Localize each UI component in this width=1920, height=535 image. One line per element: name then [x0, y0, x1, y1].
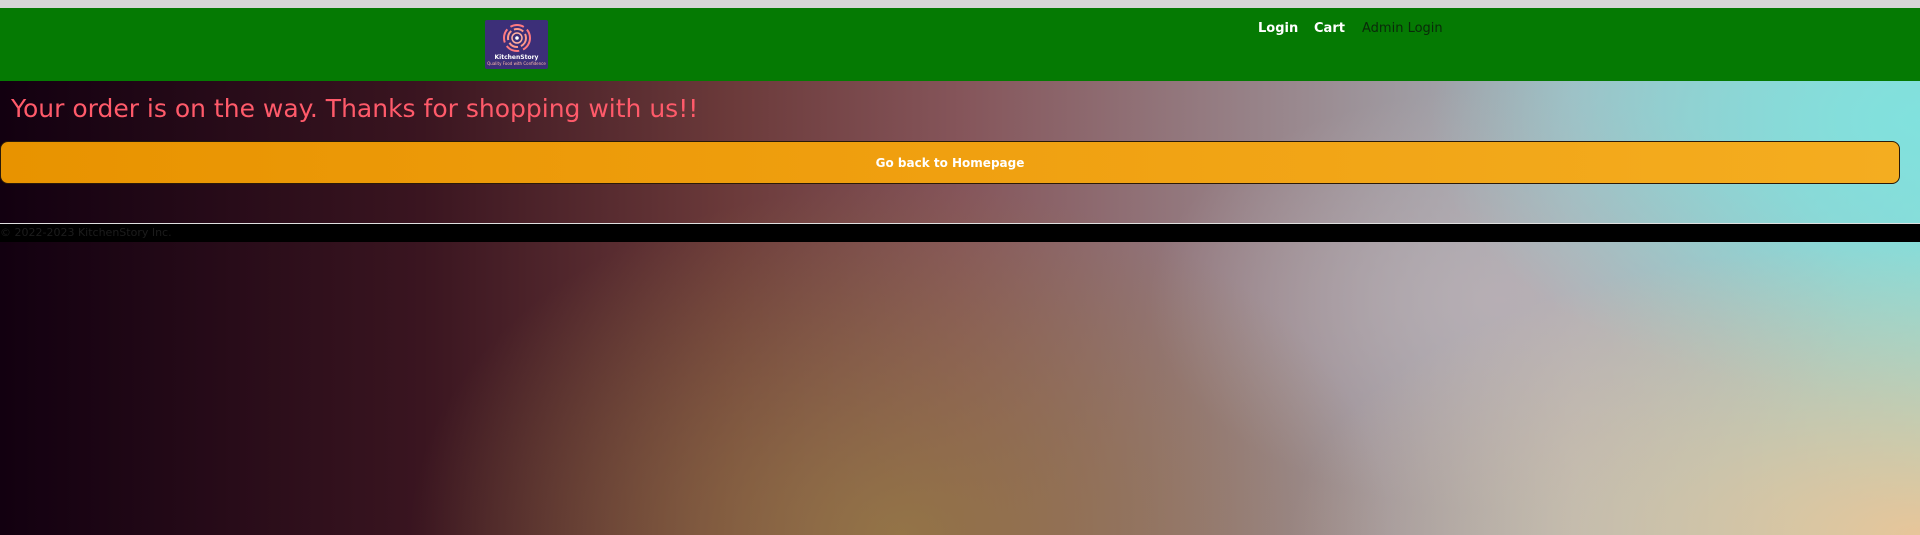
footer: © 2022-2023 KitchenStory Inc.: [0, 223, 1920, 242]
logo-tagline: Quality Food with Confidence: [487, 61, 546, 66]
browser-top-strip: [0, 0, 1920, 8]
nav-login-link[interactable]: Login: [1258, 21, 1298, 36]
logo-icon: [502, 24, 531, 52]
logo-name: KitchenStory: [494, 54, 539, 61]
navbar: KitchenStory Quality Food with Confidenc…: [0, 8, 1920, 81]
copyright-text: © 2022-2023 KitchenStory Inc.: [0, 226, 172, 239]
order-confirmation-heading: Your order is on the way. Thanks for sho…: [11, 94, 699, 123]
go-home-button[interactable]: Go back to Homepage: [0, 141, 1900, 184]
nav-admin-login-link[interactable]: Admin Login: [1362, 21, 1443, 36]
site-logo[interactable]: KitchenStory Quality Food with Confidenc…: [485, 20, 548, 69]
nav-cart-link[interactable]: Cart: [1314, 21, 1345, 36]
